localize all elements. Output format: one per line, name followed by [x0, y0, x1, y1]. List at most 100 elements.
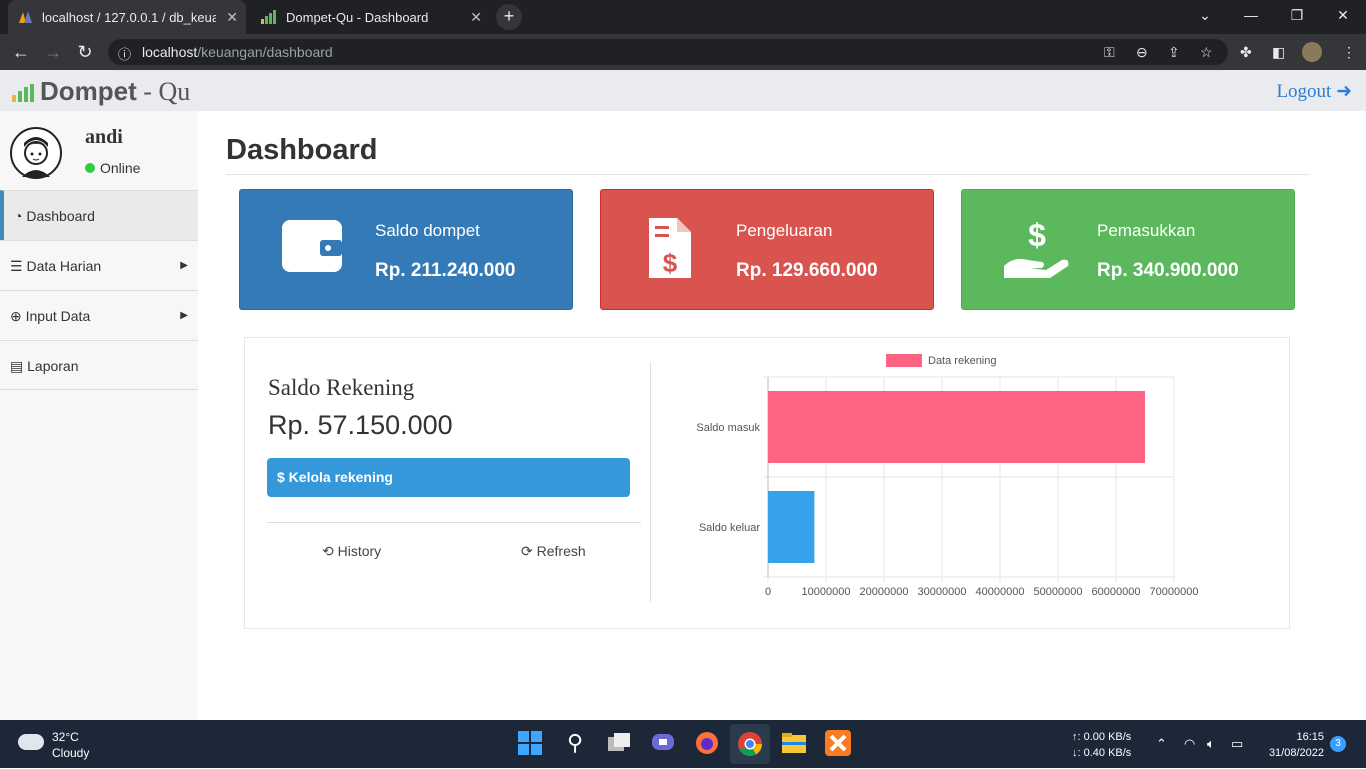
- clipboard-icon: ▤: [10, 358, 24, 374]
- volume-icon[interactable]: 🔈︎: [1207, 736, 1215, 752]
- bar-chart-icon: [12, 84, 34, 103]
- card-label: Pemasukkan: [1097, 221, 1196, 240]
- kelola-rekening-button[interactable]: $ Kelola rekening: [267, 458, 630, 497]
- database-icon: ☰: [10, 258, 23, 274]
- sidebar-item-laporan[interactable]: ▤ Laporan: [0, 340, 198, 390]
- sidebar-item-data-harian[interactable]: ☰ Data Harian ▶: [0, 240, 198, 290]
- phpmyadmin-icon: [19, 11, 32, 23]
- x-tick-label: 20000000: [860, 586, 909, 598]
- tab-search-icon[interactable]: ⌄: [1182, 0, 1228, 30]
- rekening-value: Rp. 57.150.000: [268, 410, 453, 440]
- side-panel-icon[interactable]: ◧: [1272, 44, 1285, 61]
- brand-logo[interactable]: Dompet - Qu: [12, 76, 190, 107]
- x-tick-label: 50000000: [1034, 586, 1083, 598]
- back-icon[interactable]: ←: [10, 42, 32, 63]
- bar: [768, 391, 1145, 463]
- card-value: Rp. 340.900.000: [1097, 260, 1239, 281]
- x-tick-label: 0: [765, 586, 771, 598]
- file-explorer-icon[interactable]: [781, 730, 807, 756]
- card-label: Pengeluaran: [736, 221, 833, 240]
- tab-title: Dompet-Qu - Dashboard: [286, 9, 429, 25]
- wallet-icon: [282, 220, 342, 272]
- task-view-icon[interactable]: [606, 730, 632, 756]
- clock[interactable]: 16:15 31/08/2022: [1262, 729, 1324, 761]
- caret-right-icon: ▶: [180, 260, 188, 271]
- bookmark-star-icon[interactable]: ☆: [1200, 44, 1213, 61]
- minimize-button[interactable]: —: [1228, 0, 1274, 30]
- bar: [768, 491, 815, 563]
- avatar: [10, 127, 62, 179]
- extensions-icon[interactable]: ✤: [1240, 44, 1252, 61]
- close-icon[interactable]: ✕: [226, 9, 238, 26]
- refresh-link[interactable]: ⟳ Refresh: [521, 543, 586, 560]
- close-icon[interactable]: ✕: [470, 9, 482, 26]
- browser-tab-bar: localhost / 127.0.0.1 / db_keuangan ✕ Do…: [0, 0, 1366, 34]
- cloud-icon: [18, 734, 44, 750]
- restore-button[interactable]: ❐: [1274, 0, 1320, 30]
- x-tick-label: 40000000: [976, 586, 1025, 598]
- dashboard-icon: ◔: [14, 208, 23, 224]
- hand-dollar-icon: $: [1004, 217, 1069, 278]
- chrome-taskbar-button[interactable]: [730, 724, 770, 764]
- chat-icon[interactable]: [650, 730, 676, 756]
- sidebar-item-dashboard[interactable]: ◔ Dashboard: [0, 190, 198, 240]
- online-dot-icon: [85, 163, 95, 173]
- xampp-icon[interactable]: [825, 730, 851, 756]
- divider: [226, 174, 1309, 175]
- wifi-icon[interactable]: ◠: [1184, 736, 1195, 752]
- rekening-title: Saldo Rekening: [268, 375, 415, 400]
- search-icon[interactable]: ⚲: [562, 730, 588, 756]
- bar-chart-icon: [261, 10, 276, 24]
- chevron-up-icon[interactable]: ⌃: [1156, 736, 1167, 752]
- notification-badge[interactable]: 3: [1330, 736, 1346, 752]
- zoom-icon[interactable]: ⊖: [1136, 44, 1148, 61]
- divider: [650, 362, 651, 602]
- profile-avatar[interactable]: [1302, 42, 1322, 62]
- card-label: Saldo dompet: [375, 221, 480, 240]
- logout-link[interactable]: Logout ➜: [1276, 80, 1352, 103]
- network-speed: ↑: 0.00 KB/s ↓: 0.40 KB/s: [1072, 731, 1132, 759]
- battery-icon[interactable]: ▭: [1231, 736, 1243, 752]
- y-category-label: Saldo keluar: [699, 522, 760, 534]
- chrome-icon: [738, 732, 762, 757]
- forward-icon[interactable]: →: [42, 42, 64, 63]
- tab-dompet-qu[interactable]: Dompet-Qu - Dashboard ✕: [250, 0, 490, 34]
- new-tab-button[interactable]: +: [496, 4, 522, 30]
- x-tick-label: 60000000: [1092, 586, 1141, 598]
- x-tick-label: 10000000: [802, 586, 851, 598]
- reload-icon[interactable]: ↻: [74, 42, 96, 63]
- x-tick-label: 30000000: [918, 586, 967, 598]
- sidebar-item-input-data[interactable]: ⊕ Input Data ▶: [0, 290, 198, 340]
- tab-title: localhost / 127.0.0.1 / db_keuangan: [42, 9, 216, 25]
- menu-kebab-icon[interactable]: ⋮: [1342, 44, 1356, 61]
- invoice-dollar-icon: $: [649, 218, 691, 278]
- rekening-chart: Data rekening 0 10000000 20000000 30000000 40…: [696, 354, 1199, 598]
- key-icon[interactable]: ⚿: [1104, 44, 1115, 61]
- x-tick-label: 70000000: [1150, 586, 1199, 598]
- firefox-icon[interactable]: [694, 730, 720, 756]
- svg-text:$: $: [1028, 217, 1046, 253]
- svg-text:$: $: [663, 248, 678, 278]
- page-title: Dashboard: [226, 134, 378, 166]
- card-saldo-dompet: Saldo dompet Rp. 211.240.000: [239, 189, 573, 310]
- card-value: Rp. 211.240.000: [375, 260, 516, 281]
- user-status: Online: [85, 160, 140, 176]
- user-face-icon: [22, 137, 50, 177]
- divider: [267, 522, 641, 523]
- legend-swatch: [886, 354, 922, 367]
- y-category-label: Saldo masuk: [696, 422, 760, 434]
- tab-phpmyadmin[interactable]: localhost / 127.0.0.1 / db_keuangan ✕: [8, 0, 246, 34]
- share-icon[interactable]: ⇪: [1168, 44, 1180, 61]
- url-text: localhost/keuangan/dashboard: [142, 44, 333, 60]
- refresh-icon: ⟳: [521, 543, 533, 559]
- windows-start-icon[interactable]: [517, 730, 543, 756]
- card-pemasukkan: $ Pemasukkan Rp. 340.900.000: [961, 189, 1295, 310]
- caret-right-icon: ▶: [180, 310, 188, 321]
- site-info-icon[interactable]: ⓘ: [118, 44, 131, 63]
- history-link[interactable]: ⟲ History: [322, 543, 381, 560]
- legend-label: Data rekening: [928, 355, 997, 367]
- card-pengeluaran: $ Pengeluaran Rp. 129.660.000: [600, 189, 934, 310]
- close-window-button[interactable]: ✕: [1320, 0, 1366, 30]
- url-bar[interactable]: ⓘ localhost/keuangan/dashboard: [108, 39, 1228, 65]
- user-name: andi: [85, 126, 123, 148]
